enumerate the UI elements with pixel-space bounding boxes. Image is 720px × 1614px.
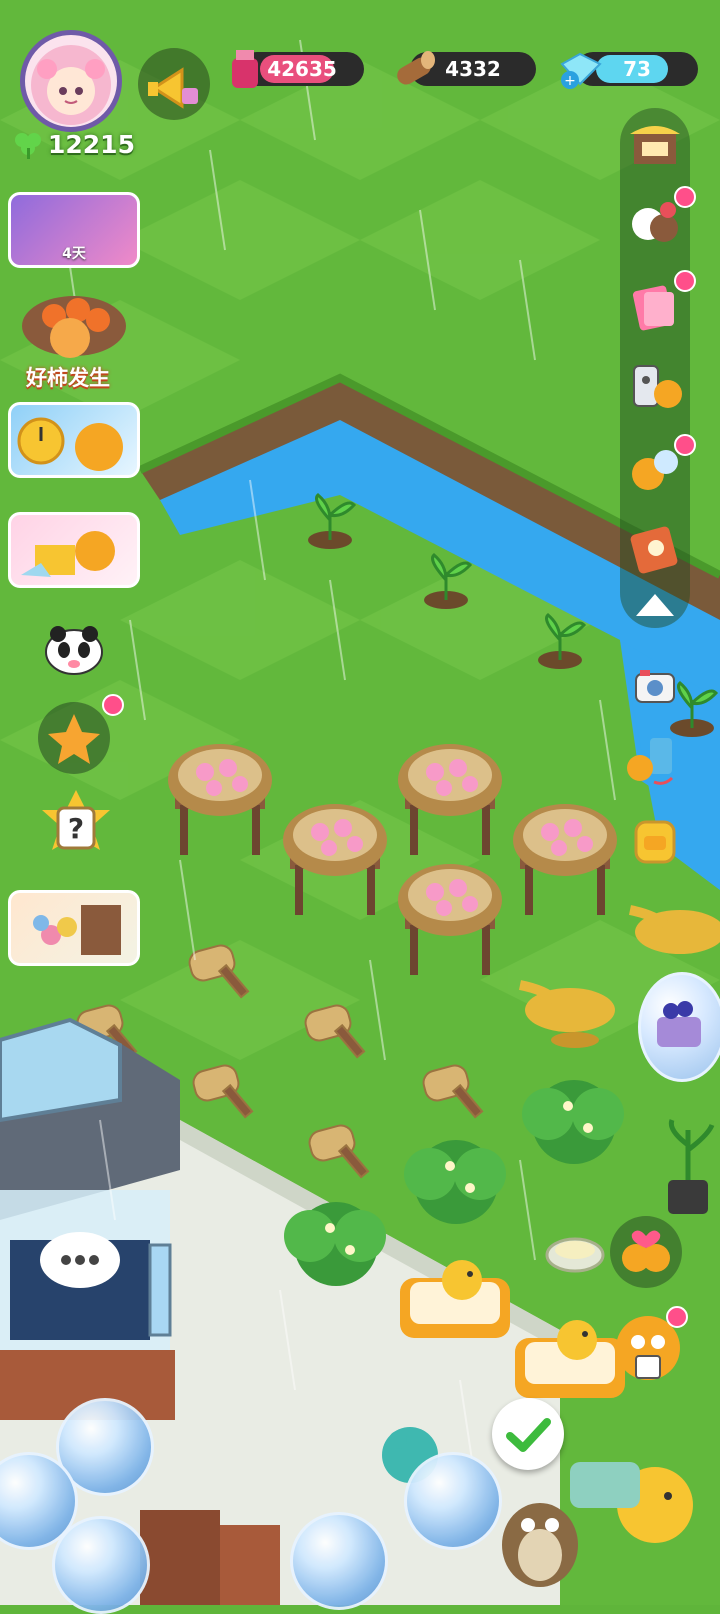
- camera-button[interactable]: [630, 664, 688, 722]
- flower-shelf-icon: [33, 905, 121, 955]
- phone-icon: [633, 365, 682, 408]
- clock-chick-icon: [17, 417, 123, 471]
- visitor-bubble-4[interactable]: [404, 1452, 502, 1550]
- backpack-button[interactable]: [624, 806, 682, 864]
- phone-swap-icon: [627, 738, 674, 785]
- notification-dot: [666, 1306, 688, 1328]
- notification-dot: [674, 186, 696, 208]
- chick-task-button[interactable]: [608, 1306, 688, 1388]
- ink-value: 42635: [267, 57, 337, 81]
- player-avatar[interactable]: [20, 30, 122, 132]
- camera-icon: [635, 670, 675, 703]
- phone-chick-button[interactable]: [626, 358, 684, 416]
- cream-compact: [545, 1237, 605, 1273]
- wood-value: 4332: [445, 57, 501, 81]
- recipe-book-icon: [630, 526, 678, 574]
- clover-value: 12215: [48, 129, 135, 159]
- gift-chick-icon: [21, 531, 115, 577]
- swap-device-button[interactable]: [624, 730, 682, 788]
- love-chick-button[interactable]: [610, 1216, 682, 1288]
- notification-dot: [674, 434, 696, 456]
- shop-stall-button[interactable]: [626, 114, 684, 172]
- svg-text:+: +: [564, 73, 576, 89]
- megaphone-icon: [148, 67, 198, 109]
- recipe-book-button[interactable]: [626, 520, 684, 578]
- svg-text:?: ?: [68, 812, 84, 845]
- clover-icon: [15, 133, 41, 159]
- friends-button[interactable]: [626, 186, 696, 250]
- wood-resource[interactable]: 4332: [397, 51, 536, 86]
- blueberry-bubble[interactable]: [638, 972, 720, 1082]
- event-card-garden[interactable]: [8, 890, 140, 966]
- event-card-gift[interactable]: [8, 512, 140, 588]
- persimmon-event-title: 好柿发生: [26, 366, 110, 390]
- panda-icon: [45, 626, 103, 675]
- panda-button[interactable]: [42, 622, 106, 676]
- notification-dot: [102, 694, 124, 716]
- event-card-1-label: 4天: [62, 246, 86, 262]
- owl-mascot: [502, 1503, 578, 1587]
- chick-bath-button[interactable]: [626, 434, 696, 498]
- collapse-sidebar-button[interactable]: [626, 586, 684, 644]
- notification-dot: [674, 270, 696, 292]
- event-card-timer[interactable]: [8, 402, 140, 478]
- stall-icon: [630, 126, 680, 164]
- confirm-button[interactable]: [492, 1398, 564, 1470]
- persimmon-event-button[interactable]: 好柿发生: [12, 276, 136, 390]
- mystery-reward-button[interactable]: ?: [28, 786, 124, 866]
- ink-resource[interactable]: 42635: [232, 50, 364, 88]
- question-badge-icon: ?: [42, 790, 110, 850]
- star-puzzle-button[interactable]: [38, 694, 124, 774]
- event-card-1[interactable]: 4天: [8, 192, 140, 268]
- checkmark-icon: [506, 1418, 551, 1452]
- book-button[interactable]: [626, 270, 696, 334]
- avatar-portrait: [31, 45, 111, 125]
- blueberry-basket-icon: [657, 1001, 701, 1047]
- triangle-up-icon: [636, 594, 674, 616]
- visitor-bubble-3[interactable]: [52, 1516, 150, 1614]
- announcement-button[interactable]: [138, 48, 210, 120]
- backpack-icon: [634, 820, 676, 864]
- shop-building: [0, 1017, 180, 1420]
- clover-counter: 12215: [12, 128, 135, 160]
- puzzle-star-icon: [48, 714, 100, 764]
- visitor-bubble-5[interactable]: [290, 1512, 388, 1610]
- gem-resource[interactable]: + 73: [560, 52, 698, 89]
- persimmon-icon: [22, 296, 126, 358]
- heart-chicks-icon: [622, 1230, 670, 1272]
- gem-value: 73: [623, 57, 651, 81]
